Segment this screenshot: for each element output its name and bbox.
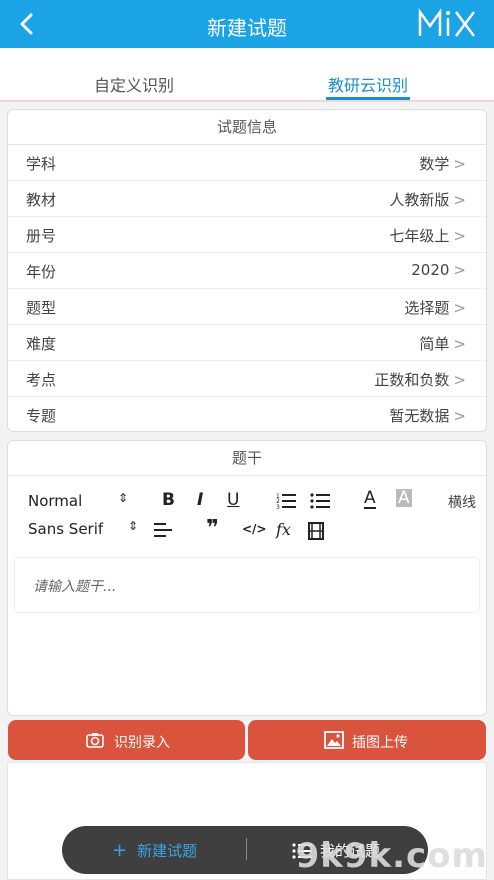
chevron-right-icon: > xyxy=(453,371,466,389)
chevron-right-icon: > xyxy=(453,155,466,173)
row-label: 专题 xyxy=(26,407,57,425)
recognize-input-button[interactable]: 识别录入 xyxy=(8,720,245,760)
row-textbook[interactable]: 教材 人教新版 > xyxy=(8,181,486,217)
chevron-right-icon: > xyxy=(453,227,466,245)
tab-custom-recognition[interactable]: 自定义识别 xyxy=(94,72,174,96)
highlight-button[interactable]: A xyxy=(396,489,412,507)
tab-label: 自定义识别 xyxy=(94,76,175,95)
bold-button[interactable]: B xyxy=(162,490,175,510)
ordered-list-icon[interactable]: 1 2 3 xyxy=(276,492,296,510)
select-arrows-icon: ⇕ xyxy=(118,491,129,505)
row-label: 年份 xyxy=(26,263,57,281)
blockquote-icon[interactable]: ❞ xyxy=(206,518,219,540)
recognition-tabs: 自定义识别 教研云识别 xyxy=(0,48,494,102)
font-family-select[interactable]: Sans Serif ⇕ xyxy=(28,519,138,538)
row-label: 学科 xyxy=(26,155,57,173)
button-label: 识别录入 xyxy=(114,735,170,751)
chevron-right-icon: > xyxy=(453,299,466,317)
row-subject[interactable]: 学科 数学 > xyxy=(8,145,486,181)
rich-text-toolbar: Normal ⇕ B I U 1 2 3 A A 横线 Sans Serif ⇕… xyxy=(8,476,486,548)
row-label: 考点 xyxy=(26,371,57,389)
row-label: 题型 xyxy=(26,299,57,317)
question-stem-card: 题干 Normal ⇕ B I U 1 2 3 A A 横线 Sans Seri… xyxy=(7,440,487,716)
question-info-card: 试题信息 学科 数学 > 教材 人教新版 > 册号 七年级上 > 年份 2020 > 题… xyxy=(7,109,487,432)
chevron-right-icon: > xyxy=(453,335,466,353)
tab-label: 教研云识别 xyxy=(328,76,409,95)
horizontal-rule-button[interactable]: 横线 xyxy=(448,492,476,512)
align-left-icon[interactable] xyxy=(154,522,172,538)
row-topic[interactable]: 专题 暂无数据 > xyxy=(8,397,486,433)
row-value: 正数和负数 > xyxy=(374,371,466,389)
button-label: 插图上传 xyxy=(352,735,408,751)
camera-icon xyxy=(86,733,104,748)
stem-editor-input[interactable]: 请输入题干... xyxy=(14,557,480,613)
row-value: 选择题 > xyxy=(404,299,466,317)
row-value: 2020 > xyxy=(411,261,466,279)
italic-button[interactable]: I xyxy=(197,490,203,510)
row-label: 册号 xyxy=(26,227,57,245)
underline-button[interactable]: U xyxy=(227,490,239,510)
font-color-button[interactable]: A xyxy=(364,489,376,509)
editor-placeholder: 请输入题干... xyxy=(33,579,117,595)
image-icon xyxy=(324,731,344,749)
chevron-right-icon: > xyxy=(453,191,466,209)
card-title: 题干 xyxy=(8,441,486,476)
mix-logo xyxy=(418,8,475,37)
chevron-right-icon: > xyxy=(453,407,466,425)
tab-cloud-recognition[interactable]: 教研云识别 xyxy=(326,72,411,100)
row-question-type[interactable]: 题型 选择题 > xyxy=(8,289,486,325)
row-knowledge-point[interactable]: 考点 正数和负数 > xyxy=(8,361,486,397)
watermark-logo: 9k9k.com xyxy=(295,836,488,876)
card-title: 试题信息 xyxy=(8,110,486,145)
row-label: 难度 xyxy=(26,335,57,353)
row-label: 教材 xyxy=(26,191,57,209)
upload-image-button[interactable]: 插图上传 xyxy=(248,720,486,760)
row-year[interactable]: 年份 2020 > xyxy=(8,253,486,289)
bullet-list-icon[interactable] xyxy=(310,492,330,510)
select-arrows-icon: ⇕ xyxy=(128,519,139,533)
row-volume[interactable]: 册号 七年级上 > xyxy=(8,217,486,253)
svg-text:3: 3 xyxy=(276,504,280,510)
formula-button[interactable]: fx xyxy=(276,520,291,539)
top-app-bar: 新建试题 xyxy=(0,0,494,48)
row-value: 七年级上 > xyxy=(389,227,466,245)
row-value: 数学 > xyxy=(419,155,466,173)
row-value: 人教新版 > xyxy=(389,191,466,209)
chevron-right-icon: > xyxy=(453,261,466,279)
plus-icon: + xyxy=(112,840,128,861)
row-difficulty[interactable]: 难度 简单 > xyxy=(8,325,486,361)
new-question-button[interactable]: + 新建试题 xyxy=(112,840,197,861)
code-button[interactable]: </> xyxy=(242,522,267,536)
video-icon[interactable] xyxy=(308,522,324,540)
heading-select[interactable]: Normal ⇕ xyxy=(28,491,128,510)
row-value: 暂无数据 > xyxy=(389,407,466,425)
active-tab-indicator xyxy=(326,97,411,100)
row-value: 简单 > xyxy=(419,335,466,353)
divider xyxy=(246,838,247,860)
